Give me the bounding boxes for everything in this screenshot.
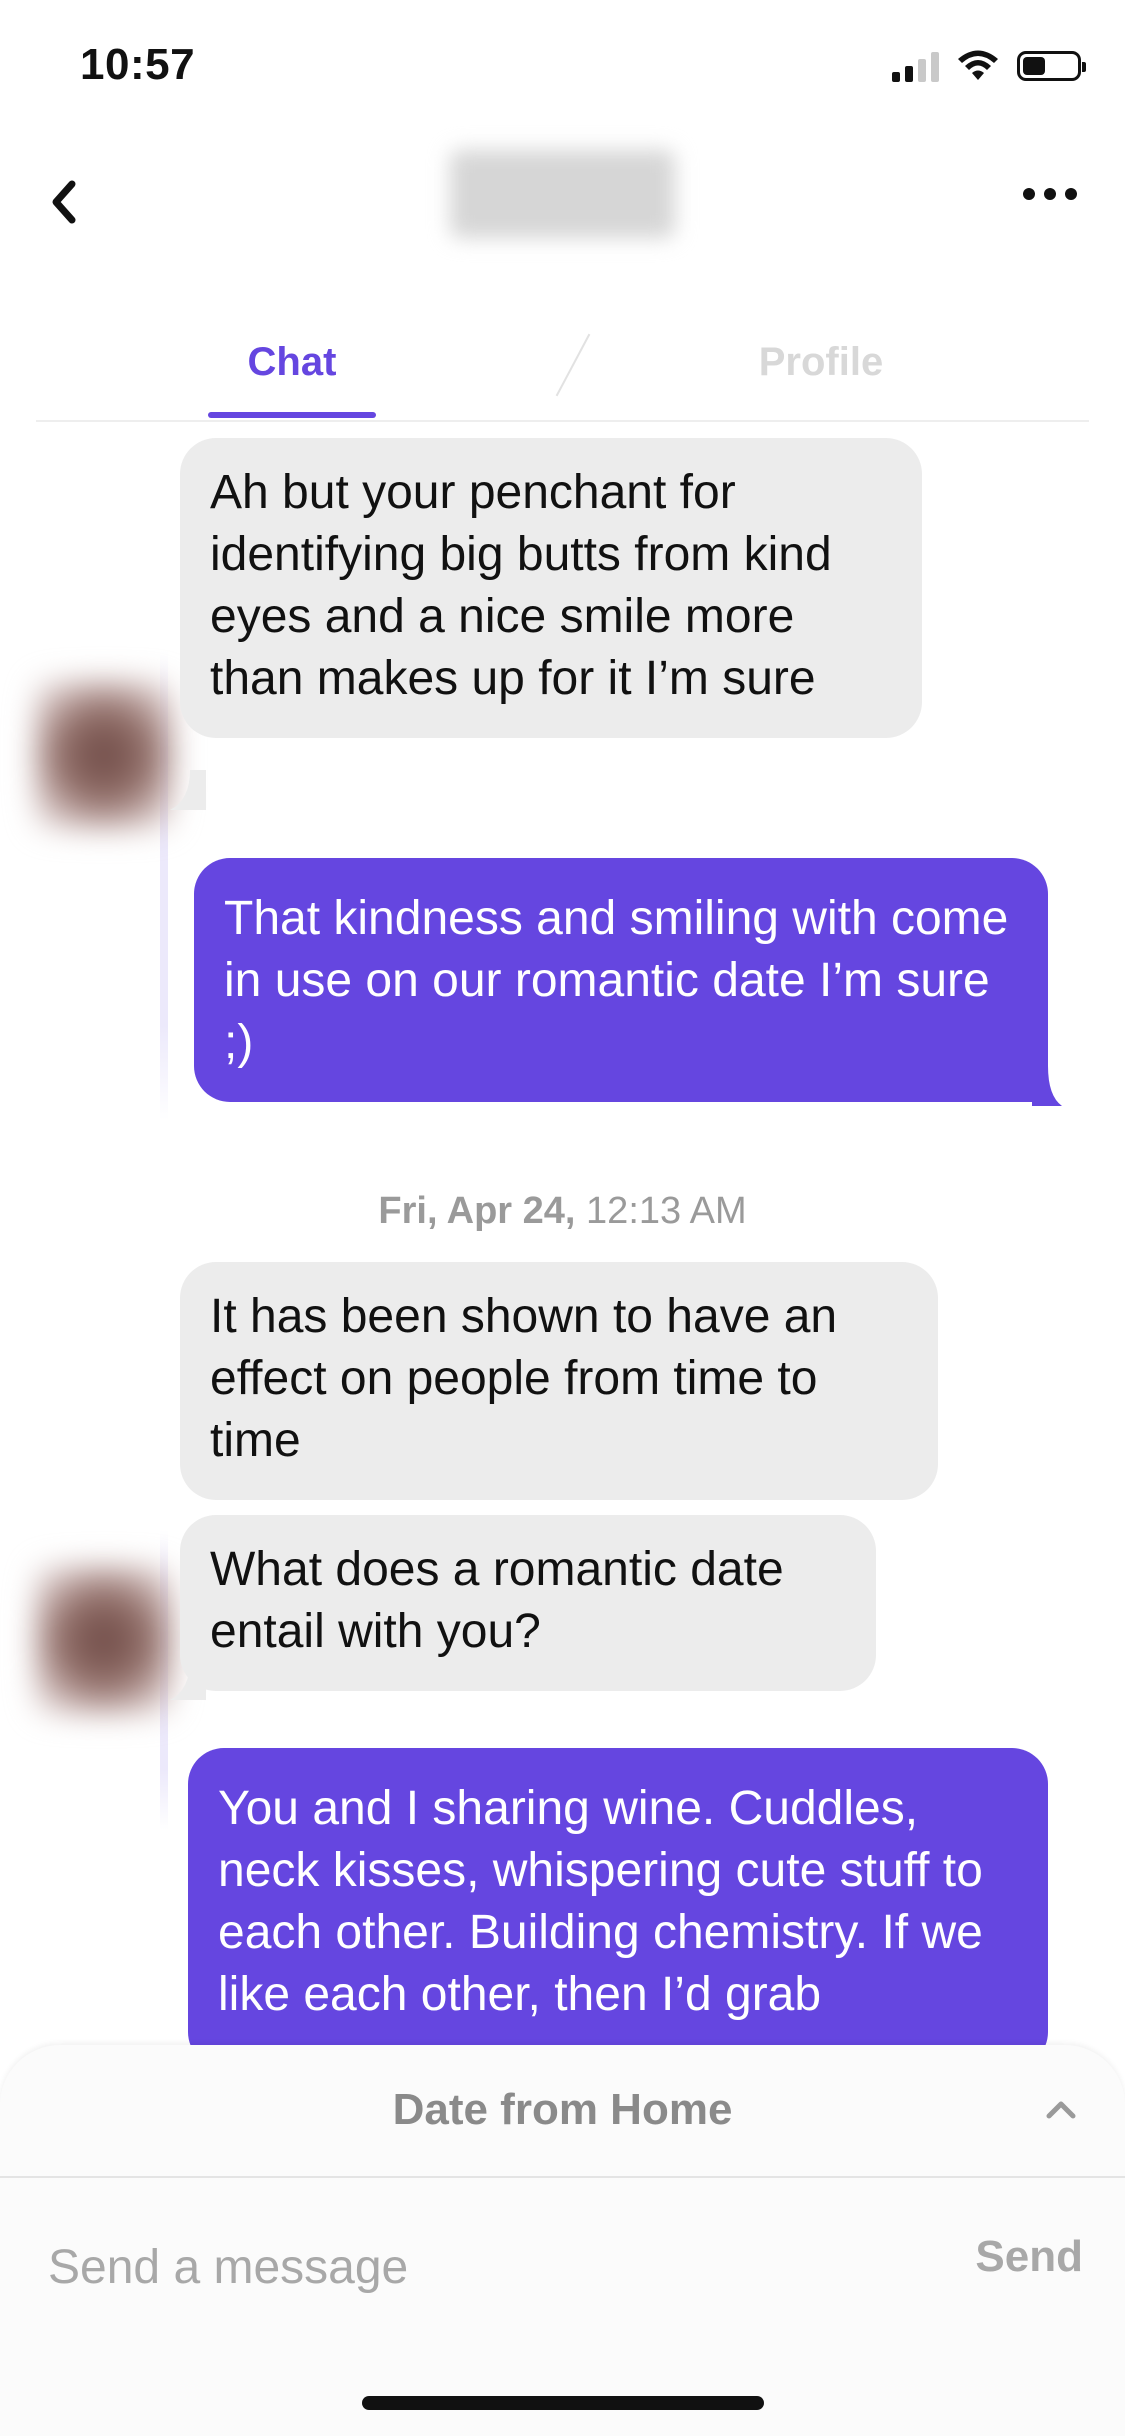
back-button[interactable]	[40, 172, 90, 232]
avatar[interactable]	[34, 680, 174, 830]
message-timestamp: Fri, Apr 24, 12:13 AM	[0, 1190, 1125, 1233]
incoming-message: What does a romantic date entail with yo…	[180, 1515, 876, 1691]
incoming-message: It has been shown to have an effect on p…	[180, 1262, 938, 1500]
cellular-signal-icon	[892, 50, 939, 82]
date-from-home-toggle[interactable]: Date from Home	[0, 2085, 1125, 2135]
bubble-tail	[170, 1660, 206, 1700]
active-tab-indicator	[208, 412, 376, 418]
match-name-blurred	[450, 150, 675, 238]
send-button[interactable]: Send	[975, 2232, 1083, 2282]
tab-profile[interactable]: Profile	[716, 340, 926, 385]
home-indicator	[362, 2396, 764, 2410]
ellipsis-icon	[1023, 188, 1035, 200]
tab-bar: Chat Profile	[36, 330, 1089, 422]
message-input[interactable]	[48, 2232, 908, 2302]
timestamp-day: Fri, Apr 24,	[378, 1190, 576, 1232]
chevron-up-icon[interactable]	[1041, 2090, 1081, 2130]
wifi-icon	[958, 50, 998, 80]
divider	[0, 2176, 1125, 2178]
tab-chat[interactable]: Chat	[208, 340, 376, 385]
incoming-message: Ah but your penchant for identifying big…	[180, 438, 922, 738]
status-icons	[892, 50, 1086, 82]
bubble-tail	[1032, 1066, 1062, 1106]
outgoing-message: That kindness and smiling with come in u…	[194, 858, 1048, 1102]
more-options-button[interactable]	[1023, 188, 1077, 200]
outgoing-message: You and I sharing wine. Cuddles, neck ki…	[188, 1748, 1048, 2068]
chevron-left-icon	[52, 180, 76, 224]
status-time: 10:57	[80, 40, 196, 89]
battery-icon	[1017, 51, 1086, 81]
bubble-tail	[170, 770, 206, 810]
timestamp-time: 12:13 AM	[586, 1190, 747, 1232]
tab-divider	[555, 333, 591, 397]
avatar[interactable]	[34, 1565, 174, 1715]
